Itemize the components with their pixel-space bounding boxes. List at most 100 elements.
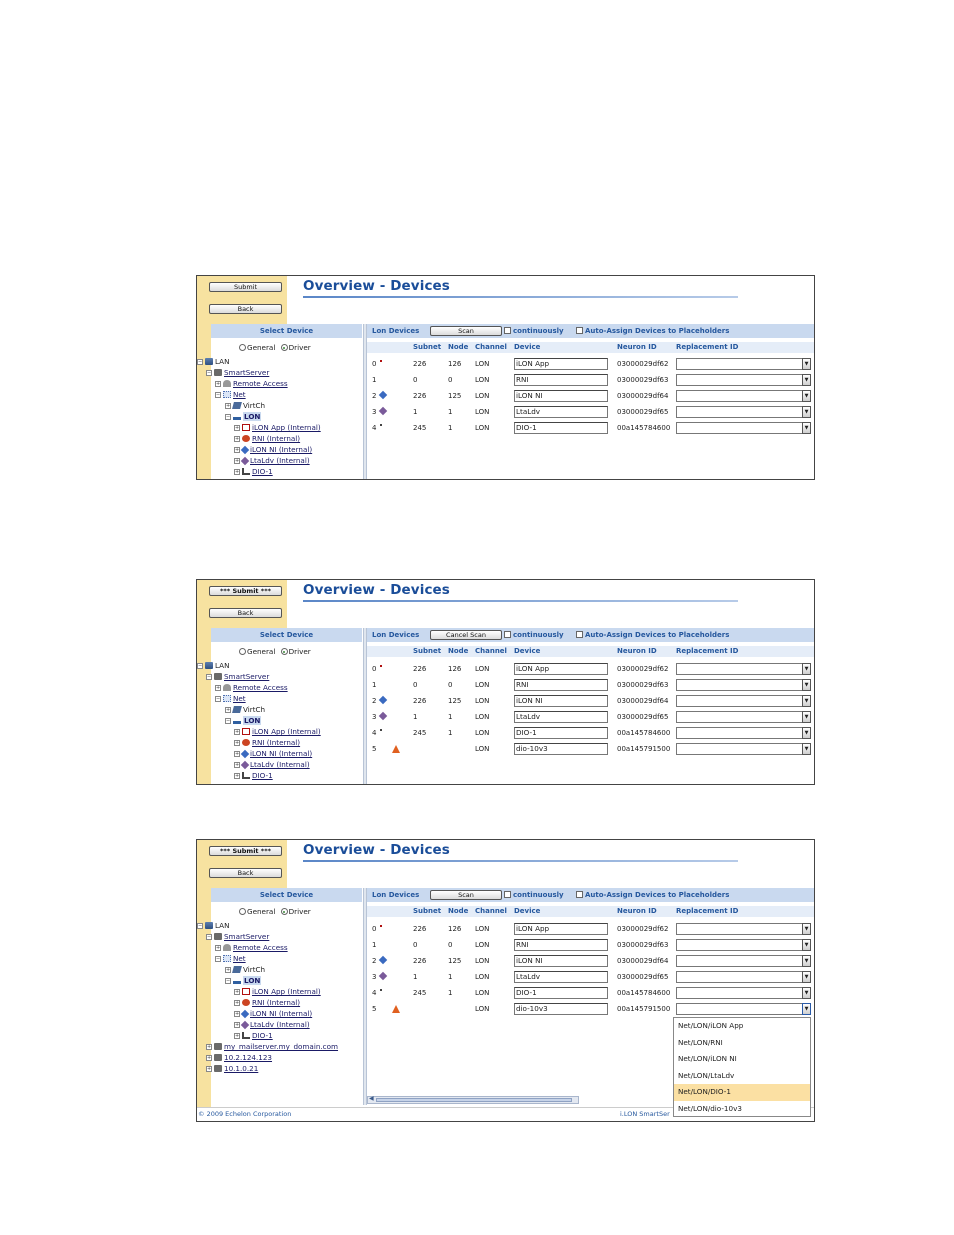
device-name-field[interactable]: iLON App: [514, 663, 608, 675]
expand-icon[interactable]: +: [206, 1044, 212, 1050]
continuously-option[interactable]: continuously: [504, 628, 564, 642]
replacement-id-field[interactable]: [676, 971, 803, 983]
expand-icon[interactable]: +: [234, 1022, 240, 1028]
tree-label[interactable]: Remote Access: [233, 943, 288, 952]
expand-icon[interactable]: +: [215, 945, 221, 951]
collapse-icon[interactable]: −: [215, 696, 221, 702]
tree-label[interactable]: Remote Access: [233, 379, 288, 388]
tree-node-ltaldv[interactable]: + LtaLdv (Internal): [234, 760, 310, 770]
auto-assign-checkbox[interactable]: [576, 891, 583, 898]
tree-node-virtch[interactable]: + VirtCh: [225, 705, 265, 715]
tree-label-selected[interactable]: LON: [243, 716, 262, 725]
tree-node-lan[interactable]: − LAN: [197, 661, 229, 671]
tree-label[interactable]: iLON NI (Internal): [250, 445, 312, 454]
device-name-field[interactable]: DIO-1: [514, 987, 608, 999]
replacement-id-field[interactable]: [676, 663, 803, 675]
tree-node-dio-1[interactable]: + DIO-1: [234, 771, 273, 781]
tree-label[interactable]: LtaLdv (Internal): [250, 456, 310, 465]
expand-icon[interactable]: +: [234, 751, 240, 757]
replacement-dropdown-button[interactable]: ▼: [802, 711, 811, 723]
tree-label[interactable]: Net: [233, 954, 246, 963]
replacement-dropdown-button[interactable]: ▼: [802, 663, 811, 675]
expand-icon[interactable]: +: [206, 1055, 212, 1061]
tree-label[interactable]: Remote Access: [233, 683, 288, 692]
replacement-dropdown-button[interactable]: ▼: [802, 939, 811, 951]
tree-node-lan[interactable]: − LAN: [197, 921, 229, 931]
replacement-id-field[interactable]: [676, 727, 803, 739]
collapse-icon[interactable]: −: [206, 674, 212, 680]
collapse-icon[interactable]: −: [225, 414, 231, 420]
collapse-icon[interactable]: −: [215, 956, 221, 962]
tree-node-ilon-ni[interactable]: + iLON NI (Internal): [234, 445, 312, 455]
replacement-dropdown-button[interactable]: ▼: [802, 971, 811, 983]
tree-node-host-10-1[interactable]: +10.1.0.21: [206, 1064, 258, 1074]
expand-icon[interactable]: +: [234, 1011, 240, 1017]
replacement-dropdown-button[interactable]: ▼: [802, 955, 811, 967]
device-name-field[interactable]: RNI: [514, 939, 608, 951]
replacement-dropdown-button[interactable]: ▼: [802, 358, 811, 370]
radio-general[interactable]: [239, 908, 246, 915]
cancel-scan-button[interactable]: Cancel Scan: [430, 630, 502, 640]
expand-icon[interactable]: +: [215, 381, 221, 387]
tree-label[interactable]: SmartServer: [224, 672, 269, 681]
tree-node-rni[interactable]: + RNI (Internal): [234, 434, 300, 444]
replacement-dropdown-button[interactable]: ▼: [802, 743, 811, 755]
expand-icon[interactable]: +: [234, 447, 240, 453]
collapse-icon[interactable]: −: [215, 392, 221, 398]
tree-node-lan[interactable]: − LAN: [197, 357, 229, 367]
tree-node-remote-access[interactable]: + Remote Access: [215, 943, 288, 953]
replacement-id-field[interactable]: [676, 923, 803, 935]
back-button[interactable]: Back: [209, 304, 282, 314]
tree-node-lon[interactable]: − LON: [225, 716, 262, 726]
expand-icon[interactable]: +: [234, 436, 240, 442]
expand-icon[interactable]: +: [206, 1066, 212, 1072]
tree-label[interactable]: iLON App (Internal): [252, 727, 321, 736]
tree-node-lon[interactable]: − LON: [225, 976, 262, 986]
collapse-icon[interactable]: −: [225, 978, 231, 984]
tree-label[interactable]: DIO-1: [252, 1031, 273, 1040]
tree-label[interactable]: RNI (Internal): [252, 434, 300, 443]
device-name-field[interactable]: iLON App: [514, 358, 608, 370]
tree-node-host-10-2[interactable]: +10.2.124.123: [206, 1053, 272, 1063]
replacement-id-field[interactable]: [676, 358, 803, 370]
replacement-dropdown-button[interactable]: ▼: [802, 406, 811, 418]
expand-icon[interactable]: +: [234, 1000, 240, 1006]
continuously-checkbox[interactable]: [504, 891, 511, 898]
tree-label[interactable]: RNI (Internal): [252, 998, 300, 1007]
dropdown-option[interactable]: Net/LON/dio-10v3: [674, 1101, 810, 1118]
radio-driver[interactable]: [280, 908, 288, 915]
replacement-id-field[interactable]: [676, 695, 803, 707]
tree-node-mailserver[interactable]: + my_mailserver.my_domain.com: [206, 1042, 338, 1052]
tree-node-virtch[interactable]: + VirtCh: [225, 965, 265, 975]
tree-node-lon[interactable]: − LON: [225, 412, 262, 422]
tree-node-net[interactable]: − Net: [215, 390, 246, 400]
replacement-id-field[interactable]: [676, 374, 803, 386]
tree-node-smartserver[interactable]: − SmartServer: [206, 368, 269, 378]
tree-node-smartserver[interactable]: − SmartServer: [206, 932, 269, 942]
tree-label-selected[interactable]: LON: [243, 976, 262, 985]
tree-label[interactable]: SmartServer: [224, 932, 269, 941]
tree-label[interactable]: Net: [233, 694, 246, 703]
tree-node-ilon-ni[interactable]: + iLON NI (Internal): [234, 749, 312, 759]
auto-assign-option[interactable]: Auto-Assign Devices to Placeholders: [576, 628, 729, 642]
replacement-id-field[interactable]: [676, 679, 803, 691]
submit-button[interactable]: *** Submit ***: [209, 586, 282, 596]
scroll-left-icon[interactable]: ◀: [369, 1095, 374, 1102]
back-button[interactable]: Back: [209, 608, 282, 618]
tree-label[interactable]: iLON NI (Internal): [250, 749, 312, 758]
tree-label-selected[interactable]: LON: [243, 412, 262, 421]
auto-assign-option[interactable]: Auto-Assign Devices to Placeholders: [576, 888, 729, 902]
expand-icon[interactable]: +: [234, 773, 240, 779]
tree-node-dio-1[interactable]: + DIO-1: [234, 467, 273, 477]
tree-label[interactable]: Net: [233, 390, 246, 399]
continuously-checkbox[interactable]: [504, 327, 511, 334]
device-name-field[interactable]: iLON App: [514, 923, 608, 935]
device-name-field[interactable]: iLON NI: [514, 390, 608, 402]
expand-icon[interactable]: +: [215, 685, 221, 691]
expand-icon[interactable]: +: [234, 729, 240, 735]
dropdown-option[interactable]: Net/LON/iLON NI: [674, 1051, 810, 1068]
tree-label[interactable]: iLON App (Internal): [252, 987, 321, 996]
scan-button[interactable]: Scan: [430, 326, 502, 336]
dropdown-option-highlighted[interactable]: Net/LON/DIO-1: [674, 1084, 810, 1101]
submit-button[interactable]: *** Submit ***: [209, 846, 282, 856]
